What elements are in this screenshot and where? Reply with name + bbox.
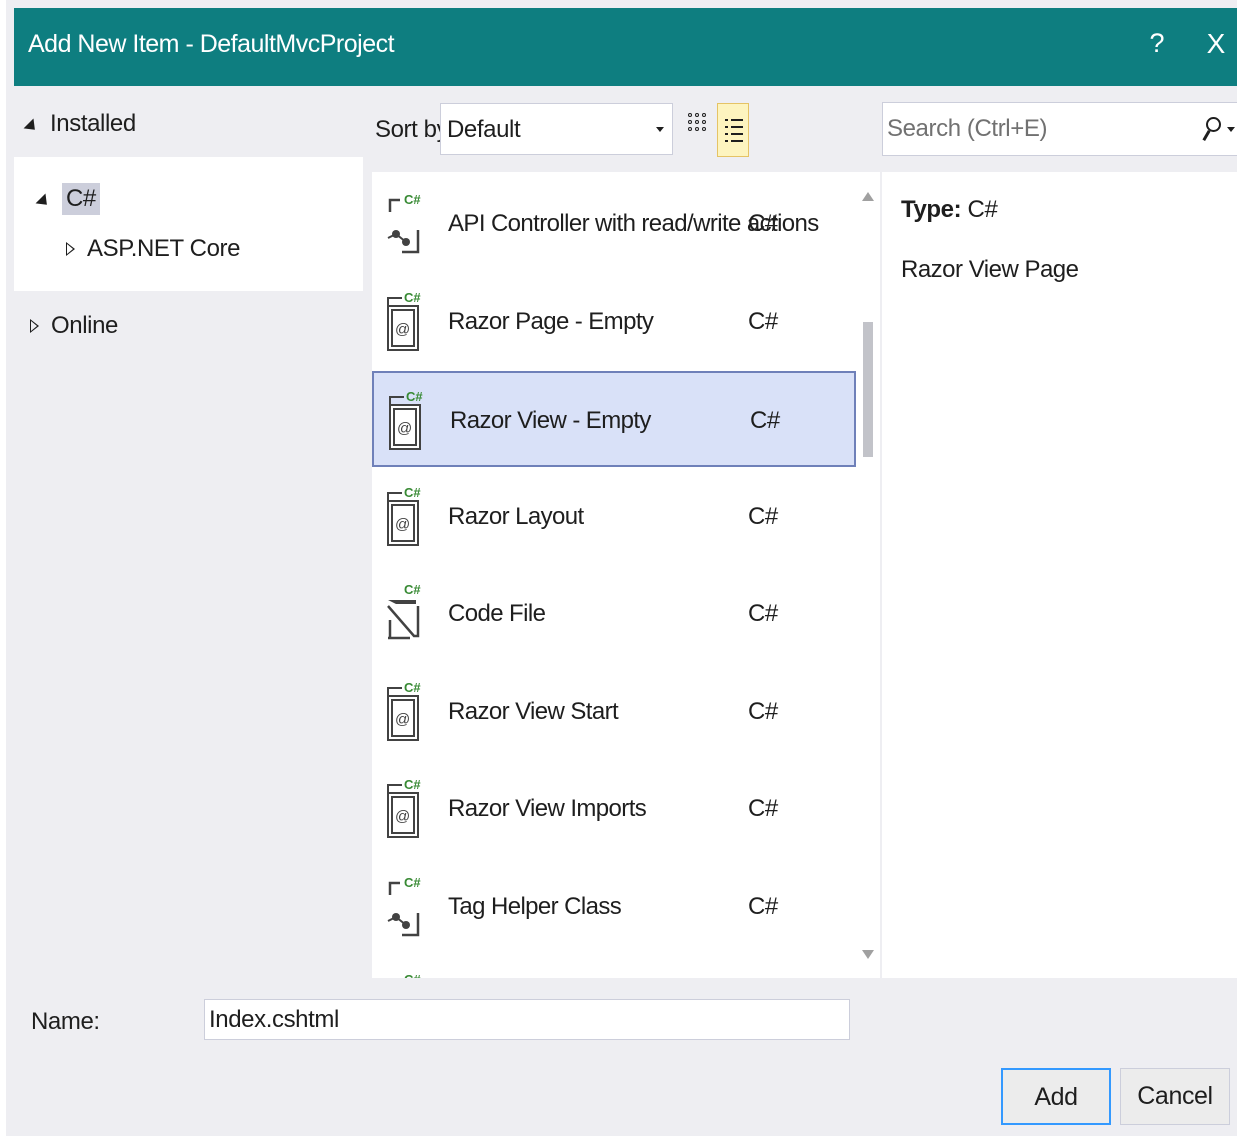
template-info-panel: Type: C# Razor View Page <box>882 172 1237 978</box>
title-bar: Add New Item - DefaultMvcProject ? X <box>14 8 1237 86</box>
template-language: C# <box>748 210 778 237</box>
razor-file-icon: @ C# <box>384 771 428 849</box>
template-name: Razor View - Empty <box>450 407 651 434</box>
template-name: Razor Layout <box>448 502 584 530</box>
search-input[interactable] <box>887 109 1187 149</box>
svg-text:C#: C# <box>404 680 421 695</box>
scroll-up-arrow-icon[interactable] <box>862 192 874 201</box>
dialog-title: Add New Item - DefaultMvcProject <box>28 30 395 58</box>
medium-icons-view-button[interactable] <box>717 103 749 157</box>
scroll-thumb[interactable] <box>863 322 873 457</box>
api-controller-icon: C# <box>384 186 428 264</box>
template-item[interactable]: @ C# Razor View - Empty C# <box>372 371 856 467</box>
close-button[interactable]: X <box>1198 28 1234 64</box>
template-name: Razor View Start <box>448 697 619 725</box>
info-type-value: C# <box>967 196 998 223</box>
sort-by-value: Default <box>447 116 521 143</box>
template-item[interactable]: @ C# Razor View Imports C# <box>372 761 856 857</box>
small-icons-view-button[interactable] <box>681 103 713 157</box>
template-language: C# <box>750 407 780 434</box>
template-item[interactable]: @ C# Razor View Start C# <box>372 664 856 760</box>
collapse-arrow-icon <box>66 242 75 256</box>
template-list-scrollbar[interactable] <box>856 172 880 978</box>
template-item[interactable]: C# Tag Helper Class C# <box>372 859 856 955</box>
svg-text:@: @ <box>395 711 410 728</box>
info-type-row: Type: C# <box>901 196 998 224</box>
name-field[interactable] <box>204 999 850 1040</box>
razor-file-icon: @ C# <box>384 674 428 752</box>
template-language: C# <box>748 697 778 725</box>
svg-text:@: @ <box>395 321 410 338</box>
tree-item-label: ASP.NET Core <box>87 235 241 262</box>
svg-text:C#: C# <box>406 389 423 404</box>
svg-text:C#: C# <box>404 582 421 597</box>
expand-arrow-icon <box>23 117 40 135</box>
template-language: C# <box>748 502 778 530</box>
template-item[interactable]: @ C# Razor Page - Empty C# <box>372 274 856 370</box>
cancel-button[interactable]: Cancel <box>1120 1068 1230 1125</box>
tree-item-online[interactable]: Online <box>30 312 118 340</box>
search-box <box>882 102 1237 156</box>
svg-text:C#: C# <box>404 777 421 792</box>
tree-item-label: Online <box>51 312 118 339</box>
tree-item-label: C# <box>62 183 100 215</box>
info-type-label: Type: <box>901 196 962 223</box>
razor-file-icon: @C# <box>384 966 428 978</box>
collapse-arrow-icon <box>30 319 39 333</box>
name-label: Name: <box>31 1008 100 1035</box>
template-name: Razor View Imports <box>448 795 647 822</box>
razor-file-icon: @ C# <box>384 479 428 557</box>
sort-by-dropdown[interactable]: Default <box>440 103 673 155</box>
template-item[interactable]: @ C# Razor Layout C# <box>372 469 856 565</box>
svg-text:C#: C# <box>404 485 421 500</box>
expand-arrow-icon <box>35 192 52 210</box>
search-icon[interactable] <box>1201 115 1223 145</box>
template-language: C# <box>748 892 778 920</box>
svg-text:@: @ <box>395 516 410 533</box>
tree-item-aspnet-core[interactable]: ASP.NET Core <box>66 235 240 263</box>
chevron-down-icon <box>656 127 664 132</box>
tree-item-csharp[interactable]: C# <box>35 183 100 215</box>
grid-view-icon <box>688 113 706 131</box>
razor-file-icon: @ C# <box>384 284 428 362</box>
api-controller-icon: C# <box>384 869 428 947</box>
template-name: Code File <box>448 600 546 627</box>
svg-text:@: @ <box>397 420 412 437</box>
add-new-item-dialog: Add New Item - DefaultMvcProject ? X Ins… <box>0 0 1237 1136</box>
tree-installed-group: C# ASP.NET Core <box>14 157 363 291</box>
template-item[interactable]: C# Code File C# <box>372 566 856 662</box>
search-options-dropdown-icon[interactable] <box>1227 127 1235 132</box>
template-language: C# <box>748 600 778 627</box>
template-item[interactable]: C# API Controller with read/write actions… <box>372 176 856 272</box>
template-list: C# API Controller with read/write actions… <box>372 172 880 978</box>
template-name: Razor Page - Empty <box>448 307 654 335</box>
code-file-icon: C# <box>384 576 428 654</box>
svg-text:@: @ <box>395 808 410 825</box>
template-language: C# <box>748 795 778 822</box>
info-description: Razor View Page <box>901 256 1079 283</box>
svg-text:C#: C# <box>404 192 421 207</box>
scroll-down-arrow-icon[interactable] <box>862 950 874 959</box>
list-view-icon <box>725 119 743 147</box>
add-button[interactable]: Add <box>1001 1068 1111 1125</box>
template-name: Tag Helper Class <box>448 892 622 920</box>
template-language: C# <box>748 307 778 335</box>
svg-text:C#: C# <box>404 972 421 978</box>
tree-item-label: Installed <box>50 110 136 137</box>
svg-text:C#: C# <box>404 290 421 305</box>
tree-item-installed[interactable]: Installed <box>23 110 136 138</box>
help-button[interactable]: ? <box>1142 28 1172 64</box>
svg-text:C#: C# <box>404 875 421 890</box>
razor-file-icon: @ C# <box>386 383 430 461</box>
